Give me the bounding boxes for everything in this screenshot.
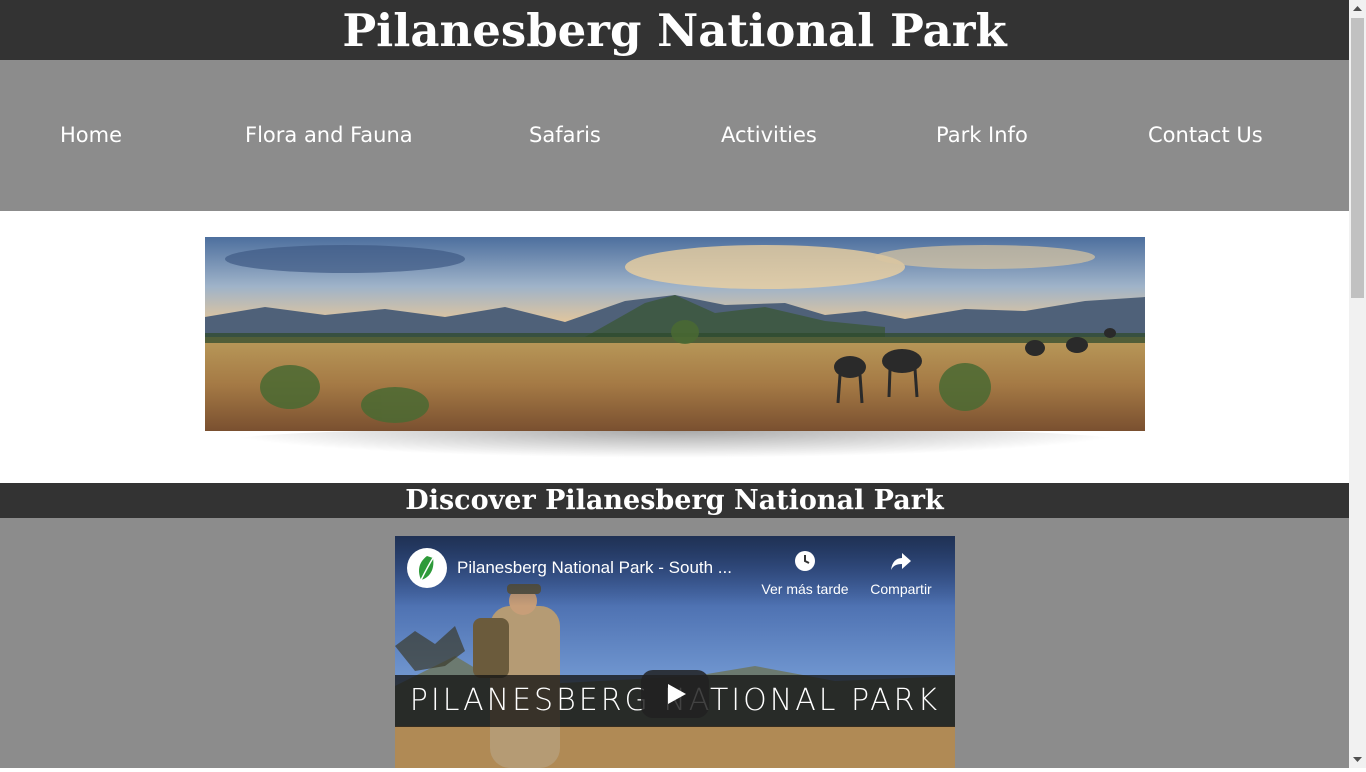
scroll-down-arrow-icon[interactable] [1349,751,1366,768]
scroll-thumb[interactable] [1351,18,1364,298]
scroll-up-arrow-icon[interactable] [1349,0,1366,17]
section-heading: Discover Pilanesberg National Park [405,485,944,516]
share-button[interactable]: Compartir [853,550,949,597]
video-title[interactable]: Pilanesberg National Park - South ... [457,558,732,578]
channel-logo-icon[interactable] [407,548,447,588]
page: Pilanesberg National Park Home Flora and… [0,0,1349,768]
main-nav: Home Flora and Fauna Safaris Activities … [0,60,1349,211]
nav-home[interactable]: Home [60,60,122,211]
banner-shadow [215,430,1135,458]
nav-contact-us[interactable]: Contact Us [1148,60,1263,211]
clock-icon [795,551,815,571]
watch-later-label: Ver más tarde [761,581,849,597]
video-embed[interactable]: Pilanesberg National Park - South ... Ve… [395,536,955,768]
site-header: Pilanesberg National Park [0,0,1349,60]
nav-flora-and-fauna[interactable]: Flora and Fauna [245,60,413,211]
nav-activities[interactable]: Activities [721,60,817,211]
discover-section-header: Discover Pilanesberg National Park [0,483,1349,518]
share-label: Compartir [870,581,932,597]
nav-park-info[interactable]: Park Info [936,60,1028,211]
share-icon [891,553,911,570]
play-icon [668,684,686,704]
watch-later-button[interactable]: Ver más tarde [757,550,853,597]
site-title: Pilanesberg National Park [342,4,1007,57]
nav-safaris[interactable]: Safaris [529,60,601,211]
play-button[interactable] [641,670,709,718]
banner-image [205,237,1145,431]
vertical-scrollbar[interactable] [1349,0,1366,768]
